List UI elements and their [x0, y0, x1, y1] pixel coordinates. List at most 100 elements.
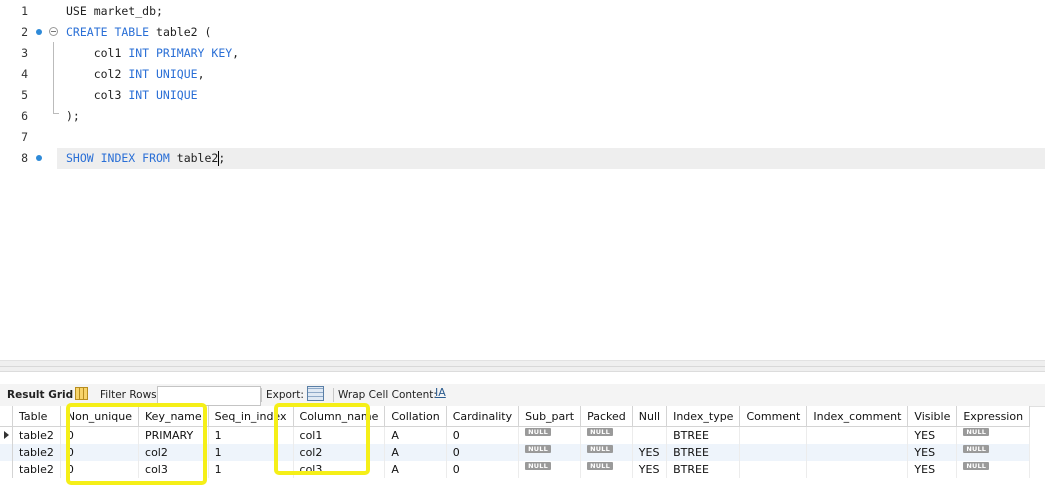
column-header[interactable]: Seq_in_index	[208, 406, 294, 427]
sql-token: USE market_db;	[66, 4, 163, 18]
table-row[interactable]: table2 0 PRIMARY 1 col1 A 0 NULL NULL BTREE YES NUL…	[0, 426, 1031, 444]
column-header[interactable]: Collation	[384, 406, 447, 427]
code-text: USE market_db;	[66, 1, 163, 22]
editor-line[interactable]: 3 col1 INT PRIMARY KEY,	[0, 43, 1045, 64]
sql-editor[interactable]: 1 USE market_db; 2 CREATE TABLE table2 (3 c…	[0, 0, 1045, 360]
table-cell[interactable]: NULL	[518, 444, 582, 461]
table-cell[interactable]: NULL	[518, 461, 582, 478]
table-cell[interactable]: 0	[446, 461, 520, 478]
table-cell[interactable]: BTREE	[666, 461, 741, 478]
table-cell[interactable]: YES	[632, 461, 668, 478]
row-header[interactable]	[0, 426, 13, 444]
column-header[interactable]: Cardinality	[446, 406, 520, 427]
editor-line[interactable]: 2 CREATE TABLE table2 (	[0, 22, 1045, 43]
null-badge: NULL	[525, 462, 551, 470]
null-badge: NULL	[587, 462, 613, 470]
table-cell[interactable]: YES	[907, 444, 958, 461]
sql-token: col1	[66, 46, 129, 60]
table-cell[interactable]: table2	[12, 444, 61, 461]
row-header[interactable]	[0, 461, 13, 478]
export-icon[interactable]	[307, 386, 324, 401]
wrap-cell-content-icon[interactable]: IA	[435, 386, 447, 400]
table-cell[interactable]: 1	[208, 444, 294, 461]
table-cell[interactable]: YES	[907, 426, 958, 444]
editor-line[interactable]: 4 col2 INT UNIQUE,	[0, 64, 1045, 85]
table-cell[interactable]: NULL	[956, 426, 1031, 444]
table-cell[interactable]: BTREE	[666, 426, 741, 444]
table-cell[interactable]: A	[384, 426, 447, 444]
table-cell[interactable]: 0	[60, 426, 140, 444]
column-header[interactable]: Non_unique	[60, 406, 140, 427]
sql-token: ,	[232, 46, 240, 60]
table-cell[interactable]: BTREE	[666, 444, 741, 461]
result-grid[interactable]: Table Non_unique Key_name Seq_in_index Colum…	[0, 406, 1045, 493]
table-cell[interactable]: A	[384, 461, 447, 478]
table-cell[interactable]: col3	[138, 461, 209, 478]
table-cell[interactable]: col2	[138, 444, 209, 461]
table-cell[interactable]: 1	[208, 426, 294, 444]
column-header[interactable]: Packed	[580, 406, 633, 427]
column-header[interactable]: Visible	[907, 406, 958, 427]
sql-token: col2	[66, 67, 129, 81]
sql-token: ;	[218, 151, 226, 165]
column-header[interactable]: Expression	[956, 406, 1031, 427]
column-header[interactable]: Key_name	[138, 406, 209, 427]
editor-line[interactable]: 6);	[0, 106, 1045, 127]
table-cell[interactable]	[739, 444, 808, 461]
table-cell[interactable]	[739, 461, 808, 478]
table-cell[interactable]: NULL	[580, 426, 633, 444]
table-row[interactable]: table2 0 col2 1 col2 A 0 NULL NULL YES BTREE YES NUL…	[0, 444, 1031, 461]
table-cell[interactable]: 0	[446, 426, 520, 444]
table-cell[interactable]: col1	[293, 426, 386, 444]
line-number: 8	[21, 151, 28, 165]
table-cell[interactable]: 0	[446, 444, 520, 461]
table-cell[interactable]: table2	[12, 426, 61, 444]
table-cell[interactable]: NULL	[580, 461, 633, 478]
grid-icon[interactable]	[75, 387, 88, 400]
sql-token: );	[66, 109, 80, 123]
table-row[interactable]: table2 0 col3 1 col3 A 0 NULL NULL YES BTREE YES NUL…	[0, 461, 1031, 478]
column-header[interactable]: Column_name	[293, 406, 386, 427]
editor-line[interactable]: 1 USE market_db;	[0, 1, 1045, 22]
column-header[interactable]: Sub_part	[518, 406, 582, 427]
column-header[interactable]: Comment	[739, 406, 808, 427]
table-cell[interactable]	[739, 426, 808, 444]
editor-line[interactable]: 8 SHOW INDEX FROM table2;	[0, 148, 1045, 169]
panel-splitter[interactable]	[0, 360, 1045, 372]
table-cell[interactable]	[632, 426, 668, 444]
result-grid-tab[interactable]: Result Grid	[7, 389, 73, 401]
table-cell[interactable]: 0	[60, 461, 140, 478]
sql-keyword: CREATE TABLE	[66, 25, 150, 39]
table-cell[interactable]: table2	[12, 461, 61, 478]
sql-keyword: INT PRIMARY KEY	[128, 46, 233, 60]
column-header[interactable]: Index_comment	[806, 406, 909, 427]
current-row-marker-icon	[4, 431, 9, 439]
table-cell[interactable]: A	[384, 444, 447, 461]
row-header[interactable]	[0, 444, 13, 461]
column-header[interactable]: Null	[632, 406, 668, 427]
table-cell[interactable]: NULL	[580, 444, 633, 461]
fold-guide	[53, 42, 54, 114]
filter-rows-input[interactable]	[157, 386, 261, 406]
table-cell[interactable]: YES	[632, 444, 668, 461]
table-cell[interactable]: col2	[293, 444, 386, 461]
line-number: 3	[21, 46, 28, 60]
table-cell[interactable]: NULL	[518, 426, 582, 444]
table-cell[interactable]: PRIMARY	[138, 426, 209, 444]
null-badge: NULL	[587, 445, 613, 453]
editor-line[interactable]: 7	[0, 127, 1045, 148]
table-cell[interactable]: YES	[907, 461, 958, 478]
fold-guide-end	[53, 113, 59, 114]
table-cell[interactable]: NULL	[956, 461, 1031, 478]
column-header[interactable]: Table	[12, 406, 61, 427]
table-cell[interactable]: 0	[60, 444, 140, 461]
fold-collapse-icon[interactable]	[49, 27, 58, 36]
editor-line[interactable]: 5 col3 INT UNIQUE	[0, 85, 1045, 106]
table-cell[interactable]: NULL	[956, 444, 1031, 461]
table-cell[interactable]: col3	[293, 461, 386, 478]
table-cell[interactable]: 1	[208, 461, 294, 478]
table-cell[interactable]	[806, 461, 909, 478]
table-cell[interactable]	[806, 426, 909, 444]
table-cell[interactable]	[806, 444, 909, 461]
column-header[interactable]: Index_type	[666, 406, 741, 427]
